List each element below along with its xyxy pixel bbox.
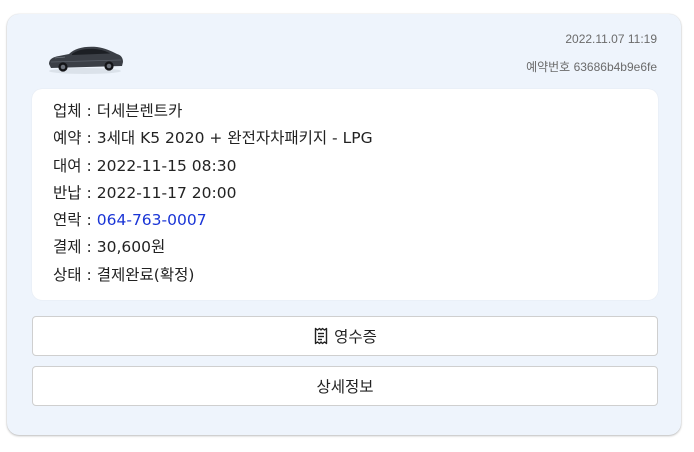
detail-separator: : — [86, 156, 92, 175]
detail-label: 결제 — [53, 238, 82, 257]
reservation-number-value: 63686b4b9e6fe — [573, 60, 657, 74]
detail-row-return: 반납:2022-11-17 20:00 — [53, 180, 658, 207]
detail-label: 대여 — [53, 156, 82, 175]
reservation-card: 2022.11.07 11:19 예약번호 63686b4b9e6fe 업체: 더… — [7, 14, 681, 435]
receipt-icon — [314, 327, 328, 345]
car-image — [49, 46, 123, 74]
reservation-number-label: 예약번호 — [526, 60, 571, 74]
detail-label: 상태 — [53, 265, 82, 284]
reservation-number: 예약번호 63686b4b9e6fe — [526, 58, 657, 75]
details-button[interactable]: 상세정보 — [32, 366, 658, 406]
detail-separator: : — [86, 238, 92, 257]
detail-value: 2022-11-15 08:30 — [96, 156, 237, 175]
detail-value: 3세대 K5 2020 + 완전자차패키지 - LPG — [96, 129, 373, 148]
detail-value: 결제완료(확정) — [96, 265, 195, 284]
phone-link[interactable]: 064-763-0007 — [97, 211, 207, 229]
detail-separator: : — [86, 102, 92, 120]
detail-value: 2022-11-17 20:00 — [96, 183, 237, 202]
detail-label: 연락 — [53, 211, 82, 230]
detail-row-contact: 연락:064-763-0007 — [53, 207, 658, 234]
detail-value: 더세븐렌트카 — [96, 102, 183, 120]
receipt-button[interactable]: 영수증 — [32, 316, 658, 356]
detail-value: 30,600원 — [96, 238, 166, 257]
receipt-button-label: 영수증 — [334, 328, 377, 346]
detail-row-pickup: 대여:2022-11-15 08:30 — [53, 153, 658, 180]
detail-row-company: 업체: 더세븐렌트카 — [53, 98, 658, 125]
details-button-label: 상세정보 — [316, 378, 374, 396]
details-panel: 업체: 더세븐렌트카 예약:3세대 K5 2020 + 완전자차패키지 - LPG… — [32, 89, 658, 300]
detail-separator: : — [86, 129, 92, 148]
detail-separator: : — [86, 211, 92, 230]
detail-row-status: 상태: 결제완료(확정) — [53, 262, 658, 289]
reservation-date: 2022.11.07 11:19 — [565, 32, 657, 46]
detail-row-payment: 결제:30,600원 — [53, 234, 658, 261]
detail-row-reservation: 예약:3세대 K5 2020 + 완전자차패키지 - LPG — [53, 125, 658, 152]
detail-separator: : — [86, 265, 92, 284]
detail-label: 반납 — [53, 183, 82, 202]
detail-label: 업체 — [53, 102, 82, 120]
detail-label: 예약 — [53, 129, 82, 148]
detail-separator: : — [86, 183, 92, 202]
